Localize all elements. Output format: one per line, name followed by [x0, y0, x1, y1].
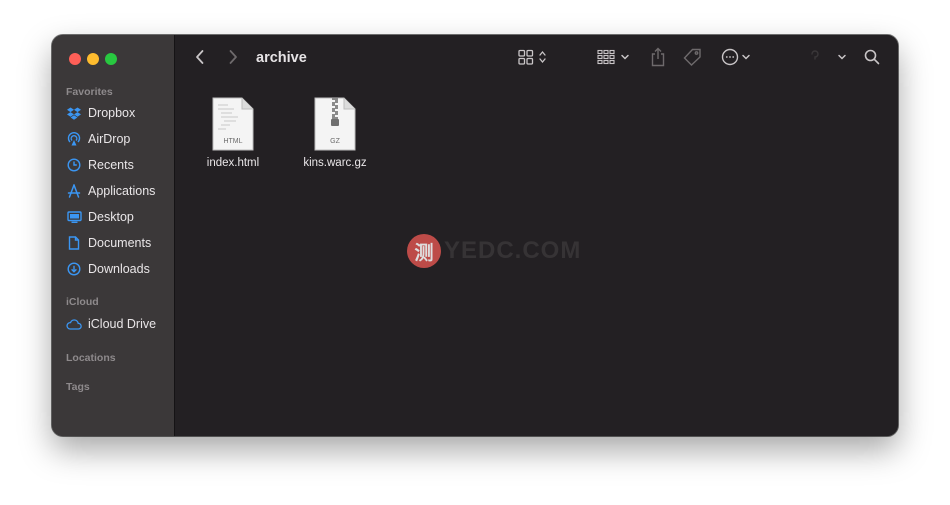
tags-button[interactable]	[680, 48, 704, 71]
html-file-icon: HTML	[212, 97, 254, 151]
sidebar-item-recents[interactable]: Recents	[66, 155, 170, 175]
cloud-icon	[66, 316, 82, 332]
airdrop-icon	[66, 131, 82, 147]
sidebar: Favorites Dropbox AirDrop Recents Applic…	[52, 35, 175, 436]
sidebar-section-icloud: iCloud	[66, 296, 99, 308]
download-icon	[66, 261, 82, 277]
group-by-button[interactable]	[596, 49, 634, 69]
more-options-icon	[721, 48, 753, 71]
sidebar-item-downloads[interactable]: Downloads	[66, 259, 170, 279]
sidebar-section-tags[interactable]: Tags	[66, 381, 90, 393]
applications-icon	[66, 183, 82, 199]
sidebar-item-label: Downloads	[88, 262, 150, 276]
search-icon	[864, 49, 880, 70]
share-icon	[650, 47, 666, 72]
sidebar-section-locations[interactable]: Locations	[66, 352, 116, 364]
chevron-left-icon	[195, 49, 205, 70]
sidebar-item-label: Applications	[88, 184, 156, 198]
sidebar-item-label: iCloud Drive	[88, 317, 157, 331]
file-name: kins.warc.gz	[303, 157, 367, 169]
minimize-window-button[interactable]	[87, 53, 99, 65]
sidebar-section-favorites: Favorites	[66, 86, 113, 98]
watermark-badge: 测	[407, 234, 441, 268]
archive-file-icon: GZ	[314, 97, 356, 151]
action-menu-button[interactable]	[720, 48, 754, 71]
sidebar-item-airdrop[interactable]: AirDrop	[66, 129, 170, 149]
document-icon	[66, 235, 82, 251]
sidebar-item-label: Recents	[88, 158, 134, 172]
chevron-right-icon	[228, 49, 238, 70]
sidebar-item-desktop[interactable]: Desktop	[66, 207, 170, 227]
sidebar-item-applications[interactable]: Applications	[66, 181, 170, 201]
sidebar-item-dropbox[interactable]: Dropbox	[66, 103, 170, 123]
sidebar-item-label: Documents	[88, 236, 152, 250]
dropbox-icon	[66, 105, 82, 121]
forward-button[interactable]	[224, 49, 242, 69]
view-mode-button[interactable]	[516, 49, 550, 69]
sidebar-item-documents[interactable]: Documents	[66, 233, 170, 253]
window-title: archive	[256, 50, 307, 66]
back-button[interactable]	[191, 49, 209, 69]
sidebar-item-label: Dropbox	[88, 106, 136, 120]
file-name: index.html	[206, 157, 260, 169]
file-type-label: GZ	[330, 138, 340, 145]
toolbar-overflow-button[interactable]	[804, 49, 848, 69]
group-icon	[597, 49, 633, 70]
sidebar-item-label: AirDrop	[88, 132, 131, 146]
search-button[interactable]	[861, 48, 883, 70]
file-item-kins-warc-gz[interactable]: GZ kins.warc.gz	[290, 97, 380, 169]
zoom-window-button[interactable]	[105, 53, 117, 65]
sidebar-item-label: Desktop	[88, 210, 134, 224]
close-window-button[interactable]	[69, 53, 81, 65]
watermark: 测 YEDC.COM	[407, 234, 581, 268]
desktop-icon	[66, 209, 82, 225]
file-item-index-html[interactable]: HTML index.html	[188, 97, 278, 169]
clock-icon	[66, 157, 82, 173]
watermark-text: YEDC.COM	[444, 237, 582, 264]
share-button[interactable]	[648, 47, 668, 71]
icon-view-icon	[518, 49, 548, 70]
file-type-label: HTML	[223, 138, 243, 145]
finder-window: Favorites Dropbox AirDrop Recents Applic…	[52, 35, 898, 436]
tag-icon	[682, 48, 702, 71]
chevron-down-icon	[804, 48, 848, 71]
sidebar-item-icloud-drive[interactable]: iCloud Drive	[66, 314, 170, 334]
